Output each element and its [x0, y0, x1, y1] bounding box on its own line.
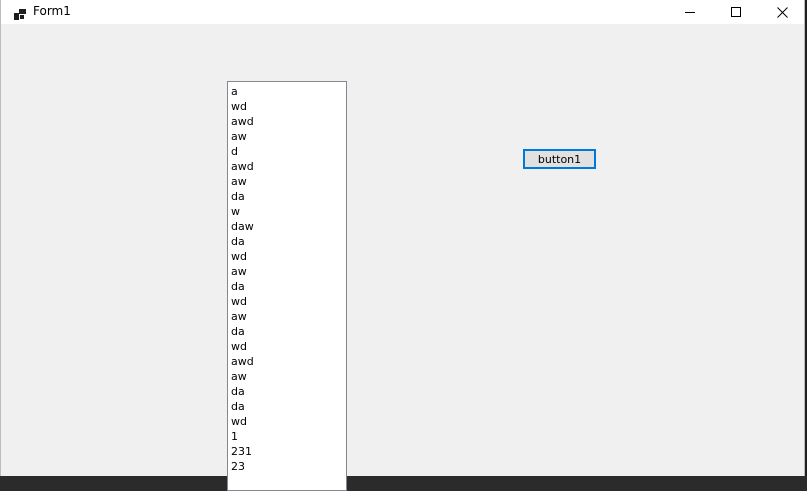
list-item[interactable]: daw [228, 219, 346, 234]
list-item[interactable]: 231 [228, 444, 346, 459]
listbox-items: a wd awd aw d awd aw da w daw da wd aw da wd aw da wd awd a… [228, 82, 346, 474]
list-item[interactable]: awd [228, 114, 346, 129]
list-item[interactable]: wd [228, 414, 346, 429]
close-icon [776, 6, 788, 18]
list-item[interactable]: 23 [228, 459, 346, 474]
title-bar[interactable]: Form1 [1, 0, 804, 24]
list-item[interactable]: aw [228, 264, 346, 279]
list-item[interactable]: aw [228, 129, 346, 144]
listbox[interactable]: a wd awd aw d awd aw da w daw da wd aw da wd aw da wd awd a… [227, 81, 347, 491]
list-item[interactable]: aw [228, 369, 346, 384]
list-item[interactable]: da [228, 324, 346, 339]
maximize-button[interactable] [713, 0, 759, 24]
form1-window: Form1 a wd awd aw d awd aw da w daw da wd aw da wd aw da… [0, 0, 805, 491]
app-icon [14, 5, 26, 20]
list-item[interactable]: w [228, 204, 346, 219]
list-item[interactable]: wd [228, 339, 346, 354]
minimize-icon [685, 7, 695, 17]
list-item[interactable]: da [228, 399, 346, 414]
list-item[interactable]: wd [228, 99, 346, 114]
list-item[interactable]: da [228, 279, 346, 294]
button1[interactable]: button1 [523, 149, 596, 169]
form-client-area: a wd awd aw d awd aw da w daw da wd aw da wd aw da wd awd a… [1, 24, 804, 491]
list-item[interactable]: da [228, 234, 346, 249]
list-item[interactable]: aw [228, 309, 346, 324]
list-item[interactable]: 1 [228, 429, 346, 444]
list-item[interactable]: da [228, 384, 346, 399]
list-item[interactable]: a [228, 84, 346, 99]
close-button[interactable] [759, 0, 805, 24]
list-item[interactable]: aw [228, 174, 346, 189]
button1-label: button1 [537, 152, 582, 166]
list-item[interactable]: wd [228, 294, 346, 309]
list-item[interactable]: d [228, 144, 346, 159]
minimize-button[interactable] [667, 0, 713, 24]
list-item[interactable]: wd [228, 249, 346, 264]
maximize-icon [731, 7, 741, 17]
window-title: Form1 [33, 4, 71, 18]
list-item[interactable]: awd [228, 354, 346, 369]
list-item[interactable]: da [228, 189, 346, 204]
list-item[interactable]: awd [228, 159, 346, 174]
